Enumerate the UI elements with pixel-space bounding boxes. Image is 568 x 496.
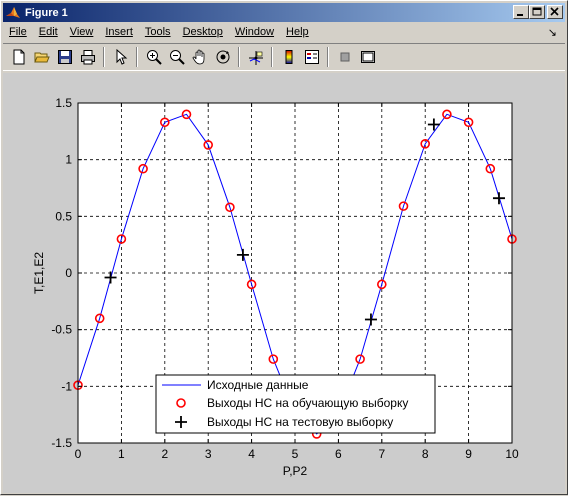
x-tick-label: 8 xyxy=(422,447,429,461)
x-tick-label: 4 xyxy=(248,447,255,461)
save-button[interactable] xyxy=(53,46,76,68)
x-tick-label: 1 xyxy=(118,447,125,461)
zoom-out-icon xyxy=(169,50,185,65)
minimize-button[interactable] xyxy=(513,5,529,19)
x-tick-label: 10 xyxy=(505,447,519,461)
y-tick-label: -0.5 xyxy=(51,323,72,337)
toolbar-separator xyxy=(238,47,240,67)
x-axis-label: P,P2 xyxy=(283,464,308,478)
y-tick-label: 0.5 xyxy=(55,209,72,223)
data-cursor-icon xyxy=(248,51,263,65)
menu-help-label: Help xyxy=(286,26,309,38)
menu-tools[interactable]: Tools xyxy=(139,23,177,42)
y-tick-label: -1.5 xyxy=(51,436,72,450)
menu-view[interactable]: View xyxy=(64,23,100,42)
menu-insert-label: Insert xyxy=(105,26,133,38)
x-tick-label: 9 xyxy=(465,447,472,461)
close-icon xyxy=(550,7,559,16)
menu-desktop-label: Desktop xyxy=(182,26,223,38)
x-tick-label: 6 xyxy=(335,447,342,461)
colorbar-icon xyxy=(285,50,292,64)
window-title: Figure 1 xyxy=(25,6,68,19)
x-tick-label: 0 xyxy=(75,447,82,461)
menu-window[interactable]: Window xyxy=(229,23,280,42)
figure-toolbar xyxy=(3,43,565,71)
pointer-icon xyxy=(116,49,127,65)
dock-arrow-icon[interactable]: ↘ xyxy=(548,26,557,39)
y-tick-label: 1 xyxy=(65,153,72,167)
y-tick-label: 0 xyxy=(65,266,72,280)
pan-hand-icon xyxy=(192,49,204,65)
menu-help[interactable]: Help xyxy=(280,23,315,42)
menu-edit-label: Edit xyxy=(38,26,58,38)
zoom-in-icon xyxy=(146,50,162,65)
data-cursor-button[interactable] xyxy=(244,46,267,68)
legend[interactable]: Исходные данные Выходы НС на обучающую в… xyxy=(155,374,436,434)
legend-label-test: Выходы НС на тестовую выборку xyxy=(207,415,393,429)
show-plot-tools-icon xyxy=(360,51,375,63)
x-tick-label: 5 xyxy=(292,447,299,461)
menu-file-label: File xyxy=(9,26,27,38)
insert-colorbar-button[interactable] xyxy=(277,46,300,68)
x-tick-label: 3 xyxy=(205,447,212,461)
hide-plot-tools-button[interactable] xyxy=(333,46,356,68)
plot-svg[interactable]: 0 1 2 3 4 5 6 7 8 9 10 1.5 1 0.5 0 -0.5 -1 -1.5 P,P2 T,E… xyxy=(3,73,565,493)
legend-label-train: Выходы НС на обучающую выборку xyxy=(207,396,408,410)
menu-view-label: View xyxy=(69,26,94,38)
window-controls xyxy=(513,5,563,19)
menu-tools-label: Tools xyxy=(144,26,171,38)
rotate-3d-icon xyxy=(216,50,229,64)
pan-button[interactable] xyxy=(188,46,211,68)
hide-plot-tools-icon xyxy=(340,52,349,62)
x-tick-label: 7 xyxy=(378,447,385,461)
edit-plot-button[interactable] xyxy=(109,46,132,68)
toolbar-separator xyxy=(271,47,273,67)
show-plot-tools-button[interactable] xyxy=(356,46,379,68)
x-tick-label: 2 xyxy=(161,447,168,461)
menu-insert[interactable]: Insert xyxy=(99,23,139,42)
y-axis-label: T,E1,E2 xyxy=(32,252,46,294)
menu-file[interactable]: File xyxy=(3,23,33,42)
rotate-3d-button[interactable] xyxy=(211,46,234,68)
toolbar-separator xyxy=(103,47,105,67)
menu-desktop[interactable]: Desktop xyxy=(177,23,229,42)
insert-legend-button[interactable] xyxy=(300,46,323,68)
toolbar-separator xyxy=(327,47,329,67)
minimize-icon xyxy=(517,14,523,16)
x-tick-labels: 0 1 2 3 4 5 6 7 8 9 10 xyxy=(75,447,519,461)
open-file-icon xyxy=(33,52,50,63)
close-button[interactable] xyxy=(547,5,563,19)
open-file-button[interactable] xyxy=(30,46,53,68)
menu-window-label: Window xyxy=(234,26,275,38)
menu-bar: File Edit View Insert Tools Desktop Wind… xyxy=(3,23,565,42)
maximize-icon xyxy=(532,7,542,16)
y-tick-label: -1 xyxy=(61,379,72,393)
figure-canvas[interactable]: 0 1 2 3 4 5 6 7 8 9 10 1.5 1 0.5 0 -0.5 -1 -1.5 P,P2 T,E… xyxy=(3,73,565,493)
title-bar[interactable]: Figure 1 xyxy=(3,3,565,22)
new-figure-icon xyxy=(13,49,24,65)
maximize-button[interactable] xyxy=(529,5,545,19)
y-tick-labels: 1.5 1 0.5 0 -0.5 -1 -1.5 xyxy=(51,96,72,450)
print-button[interactable] xyxy=(76,46,99,68)
legend-label-original: Исходные данные xyxy=(207,378,309,392)
zoom-in-button[interactable] xyxy=(142,46,165,68)
matlab-logo-icon xyxy=(5,5,21,21)
save-icon xyxy=(57,50,72,64)
y-tick-label: 1.5 xyxy=(55,96,72,110)
new-figure-button[interactable] xyxy=(7,46,30,68)
legend-icon xyxy=(304,50,319,64)
toolbar-separator xyxy=(136,47,138,67)
zoom-out-button[interactable] xyxy=(165,46,188,68)
print-icon xyxy=(80,50,95,65)
menu-edit[interactable]: Edit xyxy=(33,23,64,42)
figure-window: Figure 1 File Edit View Insert Tools Des… xyxy=(0,0,568,495)
